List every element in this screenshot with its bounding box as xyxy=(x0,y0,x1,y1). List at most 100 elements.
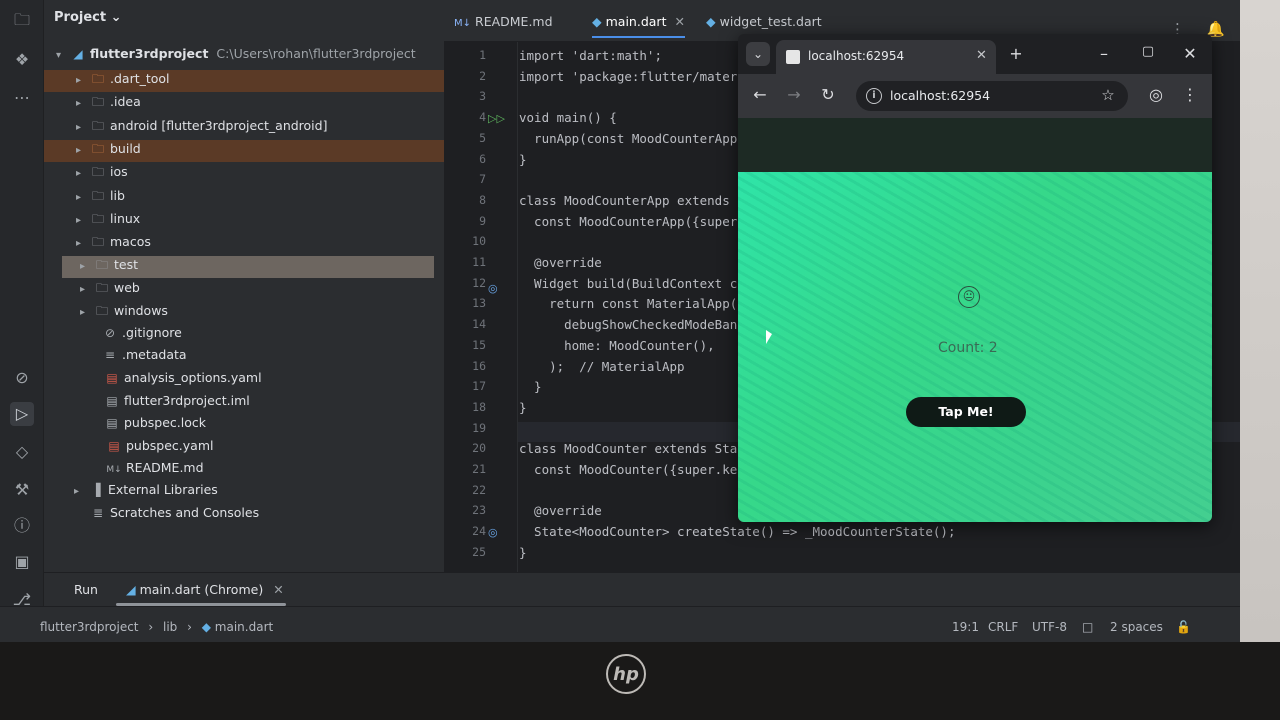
close-tab-icon[interactable]: ✕ xyxy=(976,48,987,63)
bookmark-star-icon[interactable]: ☆ xyxy=(1096,86,1120,104)
line-number[interactable]: 13 xyxy=(464,296,486,310)
close-tab-icon[interactable]: ✕ xyxy=(674,14,684,29)
line-number[interactable]: 18 xyxy=(464,400,486,414)
run-config-tab[interactable]: ◢ main.dart (Chrome) ✕ xyxy=(126,582,284,597)
terminal-icon[interactable]: ▣ xyxy=(10,550,34,574)
project-view-icon[interactable]: 🗀 xyxy=(10,8,34,32)
tree-item-android[interactable]: ▸ 🗀 android [flutter3rdproject_android] xyxy=(76,117,327,139)
lock-icon[interactable]: 🔓 xyxy=(1176,620,1191,634)
line-number[interactable]: 25 xyxy=(464,545,486,559)
line-number[interactable]: 11 xyxy=(464,255,486,269)
line-number[interactable]: 6 xyxy=(464,152,486,166)
maximize-icon[interactable]: ▢ xyxy=(1136,44,1160,59)
code-line[interactable]: runApp(const MoodCounterApp xyxy=(519,131,737,146)
line-number[interactable]: 19 xyxy=(464,421,486,435)
minimize-icon[interactable]: – xyxy=(1092,44,1116,63)
chevron-right-icon[interactable]: ▸ xyxy=(76,215,90,226)
problems-icon[interactable]: ⓘ xyxy=(10,514,34,538)
code-line[interactable]: home: MoodCounter(), xyxy=(519,338,715,353)
more-tools-icon[interactable]: ⋯ xyxy=(10,86,34,110)
line-number[interactable]: 1 xyxy=(464,48,486,62)
chevron-right-icon[interactable]: ▸ xyxy=(80,284,94,295)
code-line[interactable]: import 'package:flutter/mater xyxy=(519,69,737,84)
override-gutter-icon[interactable]: ◎ xyxy=(488,526,498,539)
tree-item-scratches[interactable]: ≣ Scratches and Consoles xyxy=(90,505,259,527)
line-number[interactable]: 12 xyxy=(464,276,486,290)
line-number[interactable]: 17 xyxy=(464,379,486,393)
close-window-icon[interactable]: ✕ xyxy=(1178,44,1202,63)
site-info-icon[interactable]: i xyxy=(866,88,882,104)
flutter-performance-icon[interactable]: ◇ xyxy=(10,440,34,464)
profile-icon[interactable]: ◎ xyxy=(1144,85,1168,104)
chevron-down-icon[interactable]: ▾ xyxy=(56,50,70,61)
line-number[interactable]: 10 xyxy=(464,234,486,248)
run-gutter-icon[interactable]: ▷▷ xyxy=(488,112,505,125)
tree-item-test[interactable]: ▸ 🗀 test xyxy=(62,256,434,278)
code-line[interactable]: const MoodCounter({super.ke xyxy=(519,462,737,477)
line-number[interactable]: 20 xyxy=(464,441,486,455)
address-bar[interactable]: i localhost:62954 ☆ xyxy=(856,81,1128,111)
code-line[interactable]: } xyxy=(519,379,542,394)
chevron-right-icon[interactable]: ▸ xyxy=(76,145,90,156)
tree-item-gitignore[interactable]: ⊘ .gitignore xyxy=(102,325,182,347)
line-number[interactable]: 15 xyxy=(464,338,486,352)
tap-me-button[interactable]: Tap Me! xyxy=(906,397,1026,427)
chevron-right-icon[interactable]: ▸ xyxy=(76,192,90,203)
code-line[interactable]: @override xyxy=(519,503,602,518)
chevron-right-icon[interactable]: ▸ xyxy=(76,168,90,179)
code-line[interactable]: debugShowCheckedModeBan xyxy=(519,317,737,332)
chevron-right-icon[interactable]: ▸ xyxy=(76,98,90,109)
code-line[interactable]: return const MaterialApp( xyxy=(519,296,737,311)
tree-item-pubspec-lock[interactable]: ▤ pubspec.lock xyxy=(104,415,206,437)
tree-item-idea[interactable]: ▸ 🗀 .idea xyxy=(76,93,141,115)
tree-item-linux[interactable]: ▸ 🗀 linux xyxy=(76,210,140,232)
tree-item-lib[interactable]: ▸ 🗀 lib xyxy=(76,187,125,209)
reload-icon[interactable]: ↻ xyxy=(816,85,840,104)
code-line[interactable]: } xyxy=(519,400,527,415)
code-line[interactable]: ); // MaterialApp xyxy=(519,359,684,374)
menu-icon[interactable]: ⋮ xyxy=(1178,85,1202,104)
line-number[interactable]: 7 xyxy=(464,172,486,186)
back-icon[interactable]: ← xyxy=(748,85,772,104)
code-line[interactable]: const MoodCounterApp({super xyxy=(519,214,737,229)
breadcrumb-project[interactable]: flutter3rdproject xyxy=(40,620,139,634)
code-line[interactable]: } xyxy=(519,152,527,167)
code-line[interactable]: Widget build(BuildContext c xyxy=(519,276,737,291)
code-line[interactable]: } xyxy=(519,545,527,560)
code-line[interactable]: class MoodCounter extends Sta xyxy=(519,441,737,456)
tab-main-dart[interactable]: ◆ main.dart ✕ xyxy=(592,14,685,38)
tab-readme[interactable]: M↓ README.md xyxy=(454,14,553,38)
run-icon[interactable]: ▷ xyxy=(10,402,34,426)
line-number[interactable]: 14 xyxy=(464,317,486,331)
tree-item-analysis-options[interactable]: ▤ analysis_options.yaml xyxy=(104,370,261,392)
chevron-right-icon[interactable]: ▸ xyxy=(76,122,90,133)
project-panel-title[interactable]: Project ⌄ xyxy=(54,10,122,25)
readonly-toggle-icon[interactable]: □ xyxy=(1082,620,1093,634)
tree-item-readme[interactable]: M↓ README.md xyxy=(106,460,203,482)
code-line[interactable]: @override xyxy=(519,255,602,270)
tab-search-icon[interactable]: ⌄ xyxy=(746,42,770,66)
code-line[interactable]: import 'dart:math'; xyxy=(519,48,662,63)
chevron-right-icon[interactable]: ▸ xyxy=(76,238,90,249)
chevron-right-icon[interactable]: ▸ xyxy=(80,261,94,272)
run-tool-tab[interactable]: Run xyxy=(74,582,98,597)
line-number[interactable]: 4 xyxy=(464,110,486,124)
tree-item-web[interactable]: ▸ 🗀 web xyxy=(80,279,140,301)
breadcrumb-lib[interactable]: lib xyxy=(163,620,177,634)
tree-item-pubspec-yaml[interactable]: ▤ pubspec.yaml xyxy=(106,438,213,460)
browser-tab[interactable]: localhost:62954 ✕ xyxy=(776,40,996,74)
code-line[interactable]: class MoodCounterApp extends xyxy=(519,193,730,208)
new-tab-icon[interactable]: + xyxy=(1004,44,1028,63)
commit-icon[interactable]: ❖ xyxy=(10,48,34,72)
close-tab-icon[interactable]: ✕ xyxy=(273,582,283,597)
tree-item-metadata[interactable]: ≡ .metadata xyxy=(102,347,187,369)
chevron-right-icon[interactable]: ▸ xyxy=(80,307,94,318)
tree-item-iml[interactable]: ▤ flutter3rdproject.iml xyxy=(104,393,249,415)
line-ending[interactable]: CRLF xyxy=(988,620,1018,634)
tree-item-macos[interactable]: ▸ 🗀 macos xyxy=(76,233,151,255)
line-number[interactable]: 9 xyxy=(464,214,486,228)
indent-setting[interactable]: 2 spaces xyxy=(1110,620,1163,634)
cursor-position[interactable]: 19:1 xyxy=(952,620,979,634)
tree-item-external-libraries[interactable]: ▸ ▐ External Libraries xyxy=(74,482,218,504)
line-number[interactable]: 23 xyxy=(464,503,486,517)
